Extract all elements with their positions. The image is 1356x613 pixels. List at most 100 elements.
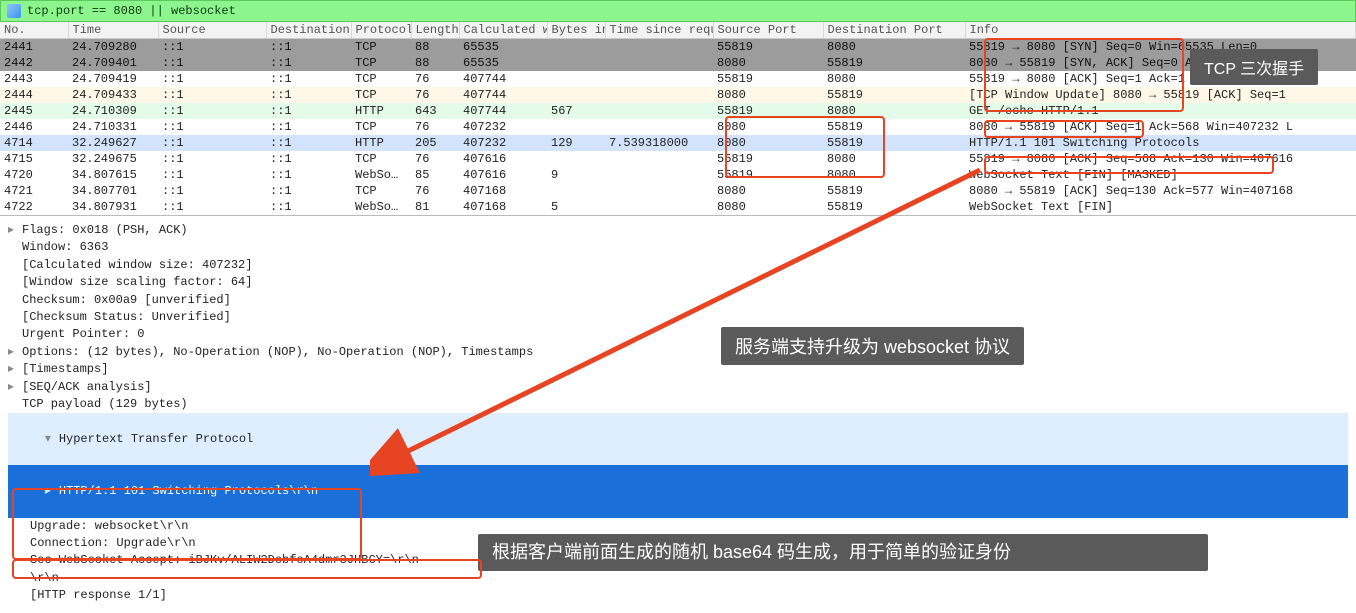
cell-no: 4720 xyxy=(0,167,68,183)
cell-tsreq xyxy=(605,39,713,56)
expand-caret-icon[interactable]: ▸ xyxy=(8,222,22,239)
cell-bytes xyxy=(547,183,605,199)
cell-proto: HTTP xyxy=(351,135,411,151)
detail-line[interactable]: Checksum: 0x00a9 [unverified] xyxy=(8,292,1348,309)
detail-line[interactable]: Window: 6363 xyxy=(8,239,1348,256)
http-header-line[interactable]: [HTTP response 1/1] xyxy=(8,587,1348,604)
col-calc-window[interactable]: Calculated w xyxy=(459,22,547,39)
packet-list-table[interactable]: No. Time Source Destination Protocol Len… xyxy=(0,22,1356,215)
display-filter-bar[interactable] xyxy=(0,0,1356,22)
cell-sport: 55819 xyxy=(713,151,823,167)
col-time[interactable]: Time xyxy=(68,22,158,39)
cell-bytes xyxy=(547,87,605,103)
cell-len: 88 xyxy=(411,55,459,71)
http-header-line[interactable]: Upgrade: websocket\r\n xyxy=(8,518,1348,535)
detail-line[interactable]: ▸Options: (12 bytes), No-Operation (NOP)… xyxy=(8,344,1348,361)
cell-info: WebSocket Text [FIN] xyxy=(965,199,1356,215)
col-time-since-request[interactable]: Time since requ xyxy=(605,22,713,39)
detail-line[interactable]: [Window size scaling factor: 64] xyxy=(8,274,1348,291)
http-section-header[interactable]: ▾Hypertext Transfer Protocol xyxy=(8,413,1348,465)
annotation-server-upgrade: 服务端支持升级为 websocket 协议 xyxy=(721,327,1024,365)
cell-proto: TCP xyxy=(351,71,411,87)
table-row[interactable]: 244624.710331::1::1TCP764072328080558198… xyxy=(0,119,1356,135)
cell-bytes xyxy=(547,151,605,167)
cell-proto: TCP xyxy=(351,87,411,103)
col-source[interactable]: Source xyxy=(158,22,266,39)
cell-src: ::1 xyxy=(158,55,266,71)
cell-calc: 407168 xyxy=(459,199,547,215)
http-status-line[interactable]: ▸HTTP/1.1 101 Switching Protocols\r\n xyxy=(8,465,1348,517)
expand-caret-icon[interactable]: ▸ xyxy=(8,379,22,396)
cell-dport: 55819 xyxy=(823,119,965,135)
cell-time: 34.807615 xyxy=(68,167,158,183)
cell-no: 2442 xyxy=(0,55,68,71)
table-row[interactable]: 244224.709401::1::1TCP886553580805581980… xyxy=(0,55,1356,71)
cell-dport: 8080 xyxy=(823,103,965,119)
table-row[interactable]: 472134.807701::1::1TCP764071688080558198… xyxy=(0,183,1356,199)
detail-line[interactable]: ▸[Timestamps] xyxy=(8,361,1348,378)
table-row[interactable]: 472034.807615::1::1WebSo…854076169558198… xyxy=(0,167,1356,183)
cell-dport: 55819 xyxy=(823,87,965,103)
cell-dport: 8080 xyxy=(823,151,965,167)
col-protocol[interactable]: Protocol xyxy=(351,22,411,39)
col-info[interactable]: Info xyxy=(965,22,1356,39)
cell-dport: 55819 xyxy=(823,183,965,199)
table-row[interactable]: 244324.709419::1::1TCP764077445581980805… xyxy=(0,71,1356,87)
cell-no: 2441 xyxy=(0,39,68,56)
table-row[interactable]: 471532.249675::1::1TCP764076165581980805… xyxy=(0,151,1356,167)
cell-calc: 407232 xyxy=(459,135,547,151)
col-source-port[interactable]: Source Port xyxy=(713,22,823,39)
packet-list-header-row: No. Time Source Destination Protocol Len… xyxy=(0,22,1356,39)
display-filter-input[interactable] xyxy=(27,4,1349,18)
detail-line[interactable]: [Calculated window size: 407232] xyxy=(8,257,1348,274)
cell-sport: 8080 xyxy=(713,55,823,71)
cell-calc: 407616 xyxy=(459,151,547,167)
cell-sport: 8080 xyxy=(713,199,823,215)
cell-time: 24.709419 xyxy=(68,71,158,87)
table-row[interactable]: 472234.807931::1::1WebSo…814071685808055… xyxy=(0,199,1356,215)
detail-line[interactable]: [Checksum Status: Unverified] xyxy=(8,309,1348,326)
cell-tsreq xyxy=(605,119,713,135)
table-row[interactable]: 244424.709433::1::1TCP76407744808055819[… xyxy=(0,87,1356,103)
detail-line[interactable]: ▸Flags: 0x018 (PSH, ACK) xyxy=(8,222,1348,239)
expand-caret-icon[interactable]: ▸ xyxy=(8,344,22,361)
detail-line[interactable]: Urgent Pointer: 0 xyxy=(8,326,1348,343)
col-bytes-in-flight[interactable]: Bytes in f xyxy=(547,22,605,39)
cell-info: WebSocket Text [FIN] [MASKED] xyxy=(965,167,1356,183)
cell-tsreq xyxy=(605,55,713,71)
col-no[interactable]: No. xyxy=(0,22,68,39)
cell-len: 76 xyxy=(411,71,459,87)
detail-text: Options: (12 bytes), No-Operation (NOP),… xyxy=(22,345,533,359)
detail-line[interactable]: ▸[SEQ/ACK analysis] xyxy=(8,379,1348,396)
cell-dst: ::1 xyxy=(266,119,351,135)
table-row[interactable]: 244524.710309::1::1HTTP64340774456755819… xyxy=(0,103,1356,119)
cell-sport: 8080 xyxy=(713,87,823,103)
table-row[interactable]: 471432.249627::1::1HTTP2054072321297.539… xyxy=(0,135,1356,151)
detail-text: Urgent Pointer: 0 xyxy=(22,327,144,341)
spacer xyxy=(8,257,22,274)
detail-text: Checksum: 0x00a9 [unverified] xyxy=(22,293,231,307)
cell-proto: TCP xyxy=(351,55,411,71)
detail-text: [Checksum Status: Unverified] xyxy=(22,310,231,324)
cell-dst: ::1 xyxy=(266,103,351,119)
detail-line[interactable]: TCP payload (129 bytes) xyxy=(8,396,1348,413)
col-destination[interactable]: Destination xyxy=(266,22,351,39)
expand-caret-icon[interactable]: ▸ xyxy=(8,361,22,378)
cell-calc: 65535 xyxy=(459,55,547,71)
cell-tsreq xyxy=(605,151,713,167)
cell-dport: 55819 xyxy=(823,199,965,215)
cell-info: HTTP/1.1 101 Switching Protocols xyxy=(965,135,1356,151)
table-row[interactable]: 244124.709280::1::1TCP886553555819808055… xyxy=(0,39,1356,56)
col-length[interactable]: Length xyxy=(411,22,459,39)
cell-tsreq xyxy=(605,167,713,183)
cell-time: 34.807931 xyxy=(68,199,158,215)
cell-dst: ::1 xyxy=(266,199,351,215)
cell-len: 76 xyxy=(411,119,459,135)
cell-len: 76 xyxy=(411,183,459,199)
detail-text: Flags: 0x018 (PSH, ACK) xyxy=(22,223,188,237)
col-destination-port[interactable]: Destination Port xyxy=(823,22,965,39)
http-header-line[interactable]: \r\n xyxy=(8,570,1348,587)
annotation-base64-validation: 根据客户端前面生成的随机 base64 码生成，用于简单的验证身份 xyxy=(478,534,1208,571)
spacer xyxy=(8,326,22,343)
cell-dport: 55819 xyxy=(823,55,965,71)
